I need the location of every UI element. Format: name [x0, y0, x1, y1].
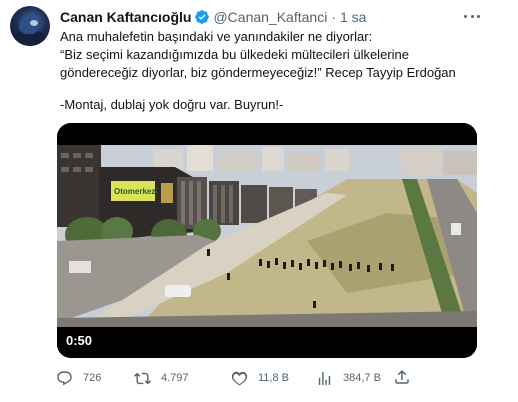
like-count: 11,8 B: [258, 372, 289, 384]
like-icon: [231, 371, 248, 385]
video-player[interactable]: Otomerkezi 0:50: [57, 123, 477, 358]
tweet-text-line: “Biz seçimi kazandığımızda bu ülkedeki m…: [60, 47, 409, 62]
more-options-icon[interactable]: [462, 8, 482, 24]
retweet-count: 4.797: [161, 372, 189, 384]
retweet-icon: [134, 372, 151, 384]
avatar[interactable]: [10, 6, 50, 46]
share-icon[interactable]: [393, 368, 411, 386]
views-icon: [318, 371, 331, 385]
views-button[interactable]: 384,7 B: [316, 368, 381, 388]
author-handle[interactable]: @Canan_Kaftanci: [213, 9, 327, 25]
separator-dot: ·: [331, 9, 336, 25]
billboard-text: Otomerkezi: [114, 187, 158, 196]
like-button[interactable]: 11,8 B: [231, 368, 289, 388]
video-thumbnail: Otomerkezi: [57, 123, 477, 358]
tweet-text: Ana muhalefetin başındaki ve yanındakile…: [60, 28, 500, 114]
tweet-text-line: göndereceğiz diyorlar, biz göndermeyeceğ…: [60, 65, 456, 80]
reply-icon: [57, 370, 72, 385]
tweet-time[interactable]: 1 sa: [340, 9, 366, 25]
tweet-card[interactable]: Canan Kaftancıoğlu @Canan_Kaftanci · 1 s…: [0, 0, 518, 402]
tweet-text-line: Ana muhalefetin başındaki ve yanındakile…: [60, 29, 373, 44]
reply-count: 726: [83, 372, 102, 384]
views-count: 384,7 B: [343, 372, 381, 384]
retweet-button[interactable]: 4.797: [134, 368, 189, 388]
tweet-header: Canan Kaftancıoğlu @Canan_Kaftanci · 1 s…: [60, 7, 366, 27]
verified-badge-icon: [195, 10, 210, 24]
action-bar: 726 4.797 11,8 B 384,7 B: [56, 368, 416, 388]
author-name[interactable]: Canan Kaftancıoğlu: [60, 9, 191, 25]
tweet-text-line: -Montaj, dublaj yok doğru var. Buyrun!-: [60, 97, 284, 112]
video-duration: 0:50: [66, 333, 93, 348]
reply-button[interactable]: 726: [56, 368, 101, 388]
